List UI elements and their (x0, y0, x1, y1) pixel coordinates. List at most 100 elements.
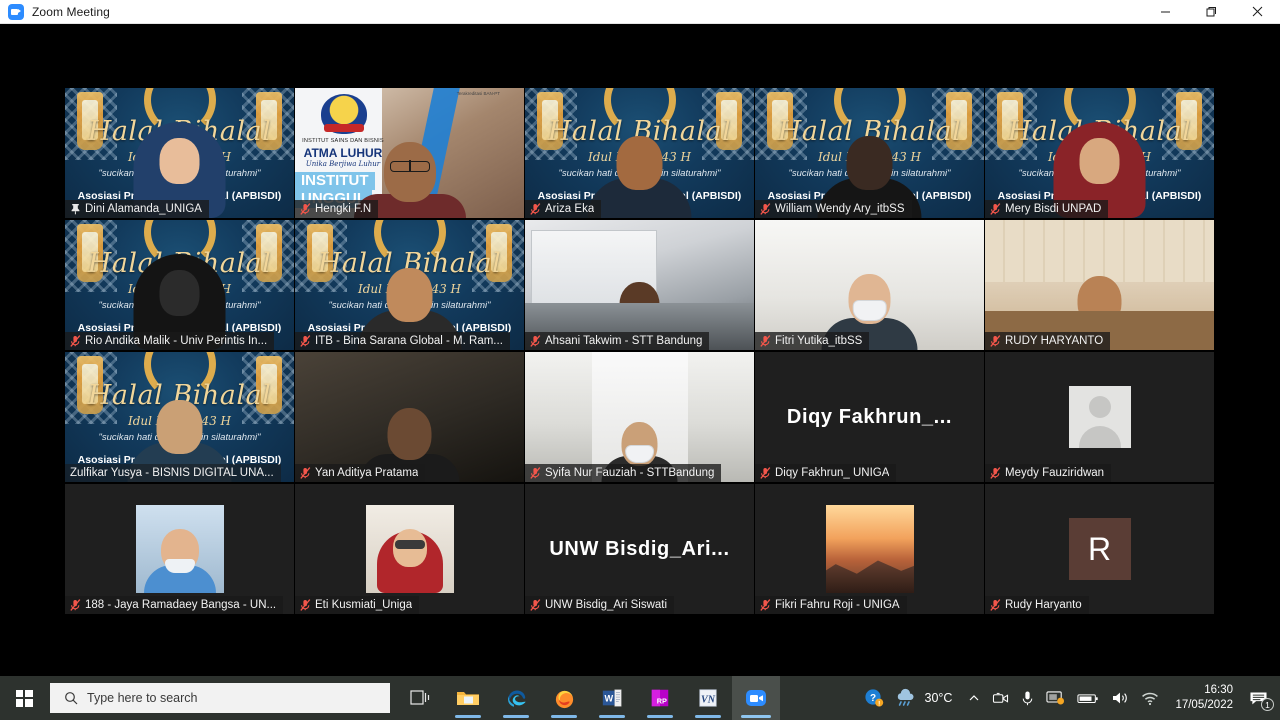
participant-tile[interactable]: Yan Aditiya Pratama (295, 352, 524, 482)
svg-text:VN: VN (701, 695, 716, 706)
mic-off-icon (760, 467, 771, 479)
search-input[interactable]: Type here to search (50, 683, 390, 713)
name-placeholder: UNW Bisdig_Ari... (525, 484, 754, 614)
participant-tile[interactable]: Halal BihalalIdul Fitri 1443 H"sucikan h… (295, 220, 524, 350)
participant-name-label: Diqy Fakhrun_ UNIGA (755, 464, 897, 482)
participant-name: Syifa Nur Fauziah - STTBandung (545, 467, 715, 479)
participant-tile[interactable]: Halal BihalalIdul Fitri 1443 H"sucikan h… (985, 88, 1214, 218)
participant-name-label: Fikri Fahru Roji - UNIGA (755, 596, 907, 614)
mic-off-icon (990, 203, 1001, 215)
participant-tile[interactable]: Fitri Yutika_itbSS (755, 220, 984, 350)
virtual-background-halal-bihalal: Halal BihalalIdul Fitri 1443 H"sucikan h… (65, 88, 294, 218)
weather-widget[interactable]: 30°C (890, 688, 963, 708)
minimize-button[interactable] (1142, 0, 1188, 24)
help-circle-icon[interactable]: ? ! (858, 676, 890, 720)
wifi-icon[interactable] (1135, 676, 1165, 720)
gallery-cell: Halal BihalalIdul Fitri 1443 H"sucikan h… (295, 220, 525, 352)
participant-name-label: Ahsani Takwim - STT Bandung (525, 332, 710, 350)
participant-tile[interactable]: Fikri Fahru Roji - UNIGA (755, 484, 984, 614)
gallery-grid: Halal BihalalIdul Fitri 1443 H"sucikan h… (65, 88, 1215, 616)
participant-tile[interactable]: Eti Kusmiati_Uniga (295, 484, 524, 614)
participant-name: 188 - Jaya Ramadaey Bangsa - UN... (85, 599, 277, 611)
participant-tile[interactable]: Halal BihalalIdul Fitri 1443 H"sucikan h… (525, 88, 754, 218)
mic-off-icon (990, 203, 1001, 215)
mic-off-icon (990, 335, 1001, 347)
video-scene-room (985, 220, 1214, 350)
mic-off-icon (300, 467, 311, 479)
bg-tagline: Unika Berjiwa Luhur (305, 160, 381, 168)
chevron-up-icon (970, 695, 979, 701)
participant-name-label: Fitri Yutika_itbSS (755, 332, 870, 350)
participant-name-label: William Wendy Ary_itbSS (755, 200, 912, 218)
participant-tile[interactable]: UNW Bisdig_Ari... UNW Bisdig_Ari Siswati (525, 484, 754, 614)
participant-tile[interactable]: R Rudy Haryanto (985, 484, 1214, 614)
gallery-cell: Halal BihalalIdul Fitri 1443 H"sucikan h… (985, 88, 1215, 220)
camera-icon[interactable] (986, 676, 1015, 720)
window-title: Zoom Meeting (32, 4, 110, 19)
virtual-background-halal-bihalal: Halal BihalalIdul Fitri 1443 H"sucikan h… (65, 352, 294, 482)
participant-tile[interactable]: 188 - Jaya Ramadaey Bangsa - UN... (65, 484, 294, 614)
battery-icon[interactable] (1071, 676, 1105, 720)
participant-tile[interactable]: Diqy Fakhrun_... Diqy Fakhrun_ UNIGA (755, 352, 984, 482)
participant-name-label: Syifa Nur Fauziah - STTBandung (525, 464, 722, 482)
firefox-icon (555, 690, 573, 708)
mic-off-icon (990, 335, 1001, 347)
participant-tile[interactable]: Halal BihalalIdul Fitri 1443 H"sucikan h… (65, 220, 294, 350)
mic-off-icon (760, 203, 771, 215)
participant-name: ITB - Bina Sarana Global - M. Ram... (315, 335, 503, 347)
taskbar-apps: W RP VN (396, 676, 780, 720)
taskbar-app-task-view[interactable] (396, 676, 444, 720)
volume-icon[interactable] (1105, 676, 1135, 720)
mic-off-icon (70, 335, 81, 347)
show-hidden-icons-button[interactable] (962, 676, 986, 720)
word-icon: W (602, 689, 622, 707)
taskbar-app-microsoft-word[interactable]: W (588, 676, 636, 720)
taskbar-app-zoom[interactable] (732, 676, 780, 720)
mic-off-icon (300, 599, 311, 611)
participant-tile[interactable]: Halal BihalalIdul Fitri 1443 H"sucikan h… (65, 352, 294, 482)
participant-tile[interactable]: Halal BihalalIdul Fitri 1443 H"sucikan h… (755, 88, 984, 218)
gallery-cell: R Rudy Haryanto (985, 484, 1215, 616)
participant-tile[interactable]: Ahsani Takwim - STT Bandung (525, 220, 754, 350)
participant-name-label: ITB - Bina Sarana Global - M. Ram... (295, 332, 510, 350)
participant-tile[interactable]: Halal BihalalIdul Fitri 1443 H"sucikan h… (65, 88, 294, 218)
taskbar-app-axure-rp[interactable]: RP (636, 676, 684, 720)
participant-tile[interactable]: Meydy Fauziridwan (985, 352, 1214, 482)
clock[interactable]: 16:30 17/05/2022 (1165, 676, 1243, 720)
bg-institute-name: ATMA LUHUR (303, 146, 383, 160)
participant-figure (65, 352, 294, 482)
participant-figure (65, 88, 294, 218)
participant-name-label: RUDY HARYANTO (985, 332, 1111, 350)
participant-tile[interactable]: RUDY HARYANTO (985, 220, 1214, 350)
virtual-background-halal-bihalal: Halal BihalalIdul Fitri 1443 H"sucikan h… (525, 88, 754, 218)
windows-logo-icon (15, 689, 33, 707)
name-placeholder-text: Diqy Fakhrun_... (786, 405, 953, 428)
participant-figure (295, 352, 524, 482)
notification-center-button[interactable]: 1 (1243, 676, 1280, 720)
restore-button[interactable] (1188, 0, 1234, 24)
mic-off-icon (990, 467, 1001, 479)
mic-off-icon (760, 335, 771, 347)
microphone-icon[interactable] (1015, 676, 1040, 720)
start-button[interactable] (0, 676, 48, 720)
taskbar-app-vn-video-editor[interactable]: VN (684, 676, 732, 720)
mic-off-icon (760, 203, 771, 215)
participant-tile[interactable]: Syifa Nur Fauziah - STTBandung (525, 352, 754, 482)
gallery-cell: Halal BihalalIdul Fitri 1443 H"sucikan h… (65, 220, 295, 352)
screen-share-icon[interactable] (1040, 676, 1071, 720)
taskbar-app-file-explorer[interactable] (444, 676, 492, 720)
gallery-cell: Fitri Yutika_itbSS (755, 220, 985, 352)
avatar-initial: R (1068, 518, 1131, 580)
edge-icon (507, 689, 526, 707)
participant-name-label: Zulfikar Yusya - BISNIS DIGITAL UNA... (65, 464, 281, 482)
window-controls (1142, 0, 1280, 24)
taskbar-app-firefox[interactable] (540, 676, 588, 720)
gallery-cell: Terakreditasi BAN-PT INSTITUT SAINS DAN B… (295, 88, 525, 220)
participant-name: UNW Bisdig_Ari Siswati (545, 599, 668, 611)
mic-off-icon (530, 335, 541, 347)
participant-tile[interactable]: Terakreditasi BAN-PT INSTITUT SAINS DAN B… (295, 88, 524, 218)
mic-off-icon (300, 203, 311, 215)
avatar-placeholder (295, 484, 524, 614)
close-button[interactable] (1234, 0, 1280, 24)
taskbar-app-microsoft-edge[interactable] (492, 676, 540, 720)
